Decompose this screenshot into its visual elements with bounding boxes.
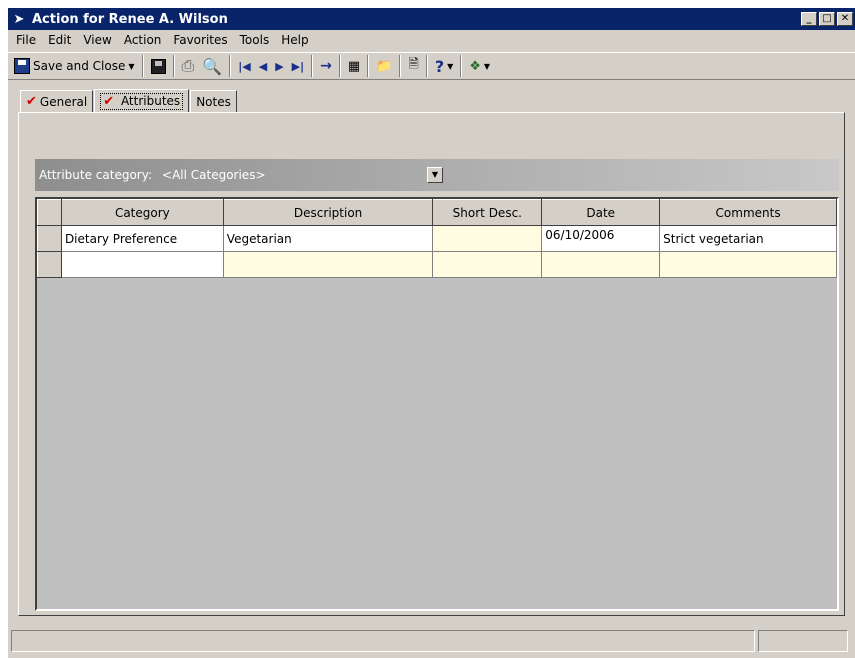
menu-view[interactable]: View <box>77 33 117 47</box>
column-header-short-desc[interactable]: Short Desc. <box>432 199 543 226</box>
dropdown-arrow-icon: ▼ <box>447 61 454 71</box>
folder-icon: 📁 <box>376 58 393 74</box>
cell-comments[interactable]: Strict vegetarian <box>659 225 837 252</box>
last-record-button[interactable]: ▶| <box>288 54 308 78</box>
table-row <box>37 251 837 278</box>
column-header-date[interactable]: Date <box>541 199 661 226</box>
menu-favorites[interactable]: Favorites <box>167 33 233 47</box>
title-bar[interactable]: ➤ Action for Renee A. Wilson _ □ ✕ <box>8 8 855 30</box>
grid-icon: ▦ <box>347 58 361 74</box>
chevron-down-icon[interactable]: ▼ <box>427 167 443 183</box>
save-and-close-button[interactable]: Save and Close ▼ <box>10 54 139 78</box>
close-button[interactable]: ✕ <box>837 12 853 26</box>
next-record-icon: ▶ <box>275 59 284 73</box>
arrow-right-icon: → <box>320 58 332 74</box>
column-header-category[interactable]: Category <box>60 199 224 226</box>
check-icon: ✔ <box>103 94 115 109</box>
properties-icon: 🗎 <box>408 57 419 72</box>
tools-icon: ❖ <box>469 58 481 74</box>
save-and-close-label: Save and Close <box>33 59 126 73</box>
dropdown-arrow-icon: ▼ <box>128 61 135 71</box>
status-panel-main <box>11 630 755 652</box>
go-to-button[interactable]: → <box>316 54 336 78</box>
tab-notes-label: Notes <box>196 94 231 109</box>
dropdown-arrow-icon: ▼ <box>483 61 491 71</box>
folder-button[interactable]: 📁 <box>372 54 396 78</box>
menu-help[interactable]: Help <box>275 33 314 47</box>
tab-strip: ✔ General ✔ Attributes Notes <box>20 88 238 113</box>
maximize-button[interactable]: □ <box>819 12 835 26</box>
menu-tools[interactable]: Tools <box>234 33 276 47</box>
check-icon: ✔ <box>26 94 37 109</box>
column-header-description[interactable]: Description <box>222 199 434 226</box>
action-icon: ➤ <box>13 11 25 27</box>
save-icon <box>150 58 166 74</box>
cell-category[interactable] <box>60 251 224 278</box>
menu-file[interactable]: File <box>10 33 42 47</box>
properties-button[interactable]: 🗎 <box>404 54 422 78</box>
tab-attributes[interactable]: ✔ Attributes <box>94 89 190 113</box>
row-selector[interactable] <box>37 251 62 278</box>
save-button[interactable] <box>147 54 170 78</box>
attributes-panel: Attribute category: <All Categories> ▼ C… <box>18 112 845 616</box>
cell-category[interactable]: Dietary Preference <box>60 225 224 252</box>
status-panel-secondary <box>758 630 848 652</box>
row-selector-header[interactable] <box>37 199 62 226</box>
menu-action[interactable]: Action <box>118 33 168 47</box>
row-selector[interactable] <box>37 225 62 252</box>
cell-description[interactable] <box>222 251 434 278</box>
cell-comments[interactable] <box>659 251 837 278</box>
print-preview-icon: 🔍 <box>202 56 223 76</box>
last-record-icon: ▶| <box>291 59 305 73</box>
minimize-button[interactable]: _ <box>801 12 817 26</box>
first-record-icon: |◀ <box>238 59 251 73</box>
tab-general-label: General <box>39 94 88 109</box>
menu-edit[interactable]: Edit <box>42 33 77 47</box>
cell-date[interactable]: 06/10/2006 <box>541 225 661 252</box>
cell-date[interactable] <box>541 251 661 278</box>
menu-bar: File Edit View Action Favorites Tools He… <box>8 30 855 50</box>
column-header-comments[interactable]: Comments <box>659 199 837 226</box>
attribute-category-bar: Attribute category: <All Categories> ▼ <box>35 159 839 191</box>
grid-button[interactable]: ▦ <box>344 54 364 78</box>
print-button[interactable]: ⎙ <box>178 54 199 78</box>
action-window: ➤ Action for Renee A. Wilson _ □ ✕ File … <box>8 8 855 658</box>
tab-attributes-label: Attributes <box>120 94 181 108</box>
cell-short-desc[interactable] <box>432 225 543 252</box>
status-bar <box>8 628 855 654</box>
save-close-icon <box>14 58 30 74</box>
cell-short-desc[interactable] <box>432 251 543 278</box>
attribute-category-label: Attribute category: <box>39 168 153 182</box>
attributes-grid: Category Description Short Desc. Date Co… <box>35 197 839 611</box>
next-record-button[interactable]: ▶ <box>271 54 287 78</box>
window-title: Action for Renee A. Wilson <box>32 11 228 27</box>
previous-record-button[interactable]: ◀ <box>255 54 271 78</box>
table-row: Dietary Preference Vegetarian 06/10/2006… <box>37 225 837 252</box>
grid-header-row: Category Description Short Desc. Date Co… <box>37 199 837 226</box>
tools-button[interactable]: ❖ ▼ <box>465 54 494 78</box>
tab-notes[interactable]: Notes <box>190 90 237 112</box>
help-button[interactable]: ? ▼ <box>431 54 457 78</box>
print-icon: ⎙ <box>181 56 195 75</box>
previous-record-icon: ◀ <box>258 59 268 73</box>
cell-description[interactable]: Vegetarian <box>222 225 434 252</box>
first-record-button[interactable]: |◀ <box>234 54 254 78</box>
tab-general[interactable]: ✔ General <box>20 90 94 112</box>
attribute-category-select[interactable]: <All Categories> <box>162 168 265 182</box>
toolbar: Save and Close ▼ ⎙ 🔍 |◀ ◀ ▶ ▶| → ▦ 📁 🗎 ?… <box>8 52 855 80</box>
help-icon: ? <box>434 56 445 76</box>
print-preview-button[interactable]: 🔍 <box>198 54 226 78</box>
